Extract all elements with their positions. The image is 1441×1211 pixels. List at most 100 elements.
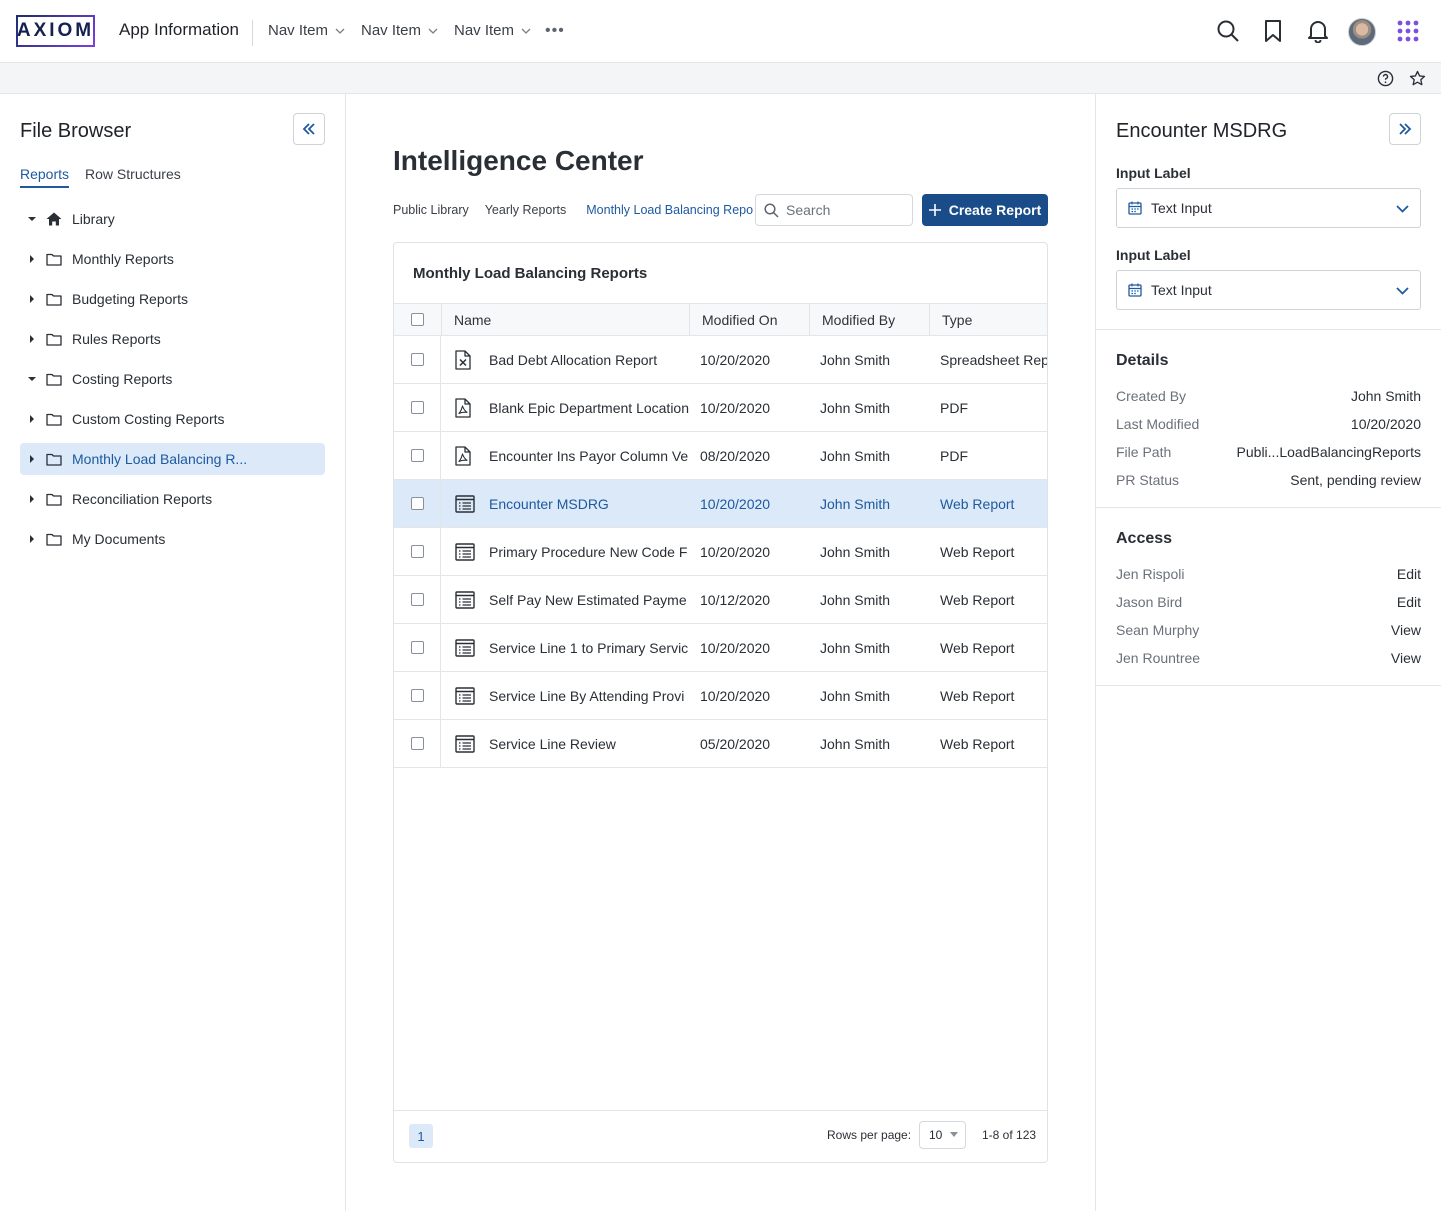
expand-toggle[interactable] <box>20 495 44 503</box>
type-cell: Web Report <box>940 639 1015 656</box>
column-header-type[interactable]: Type <box>929 304 1047 335</box>
nav-item-3[interactable]: Nav Item <box>454 22 531 39</box>
search-input[interactable] <box>786 202 896 218</box>
report-name: Blank Epic Department Location <box>489 399 689 416</box>
page-button[interactable]: 1 <box>409 1124 433 1148</box>
name-cell[interactable]: Primary Procedure New Code F <box>441 528 689 575</box>
table-row[interactable]: Encounter MSDRG 10/20/2020 John Smith Web R… <box>394 480 1047 528</box>
expand-toggle[interactable] <box>20 295 44 303</box>
expand-toggle[interactable] <box>20 376 44 382</box>
name-cell[interactable]: Encounter Ins Payor Column Ve <box>441 432 689 479</box>
avatar[interactable] <box>1348 18 1376 46</box>
create-report-button[interactable]: Create Report <box>922 194 1048 226</box>
table-row[interactable]: Service Line Review 05/20/2020 John Smith W… <box>394 720 1047 768</box>
table-row[interactable]: Primary Procedure New Code F 10/20/2020 Jo… <box>394 528 1047 576</box>
bookmark-icon[interactable] <box>1260 18 1286 44</box>
tree-item-label: Library <box>72 211 115 227</box>
row-checkbox[interactable] <box>410 641 424 654</box>
apps-grid-icon[interactable] <box>1395 18 1421 44</box>
tree-item[interactable]: Library <box>20 203 325 235</box>
name-cell[interactable]: Service Line Review <box>441 720 689 767</box>
breadcrumb-item[interactable]: Yearly Reports <box>485 203 567 217</box>
modified-on-cell: 10/20/2020 <box>700 639 771 656</box>
text-input-dropdown[interactable]: Text Input <box>1116 188 1421 228</box>
calendar-icon <box>1128 201 1142 215</box>
home-icon <box>46 211 64 227</box>
table-row[interactable]: Service Line 1 to Primary Servic 10/20/20… <box>394 624 1047 672</box>
tree-item-label: Custom Costing Reports <box>72 411 225 427</box>
column-header-modified-by[interactable]: Modified By <box>809 304 929 335</box>
column-header-modified-on[interactable]: Modified On <box>689 304 809 335</box>
tree-item-label: My Documents <box>72 531 166 547</box>
report-name: Service Line 1 to Primary Servic <box>489 639 689 656</box>
name-cell[interactable]: Service Line By Attending Provi <box>441 672 689 719</box>
name-cell[interactable]: Blank Epic Department Location <box>441 384 689 431</box>
pagination: 1 Rows per page: 10 1-8 of 123 <box>394 1110 1047 1162</box>
select-all-checkbox[interactable] <box>411 313 424 326</box>
table-row[interactable]: Encounter Ins Payor Column Ve 08/20/2020 J… <box>394 432 1047 480</box>
modified-by-cell: John Smith <box>820 591 891 608</box>
row-checkbox[interactable] <box>410 545 424 558</box>
row-checkbox[interactable] <box>410 593 424 606</box>
tree-item[interactable]: Budgeting Reports <box>20 283 325 315</box>
row-checkbox[interactable] <box>410 689 424 702</box>
row-checkbox[interactable] <box>410 449 424 462</box>
tree-item[interactable]: Costing Reports <box>20 363 325 395</box>
tree-item[interactable]: Custom Costing Reports <box>20 403 325 435</box>
expand-toggle[interactable] <box>20 415 44 423</box>
expand-toggle[interactable] <box>20 335 44 343</box>
panel-divider <box>1096 507 1441 508</box>
expand-toggle[interactable] <box>20 255 44 263</box>
name-cell[interactable]: Self Pay New Estimated Payme <box>441 576 689 623</box>
breadcrumb-current[interactable]: Monthly Load Balancing Reports <box>586 203 753 217</box>
row-checkbox[interactable] <box>410 401 424 414</box>
table-row[interactable]: Bad Debt Allocation Report 10/20/2020 John… <box>394 336 1047 384</box>
tree-item[interactable]: Rules Reports <box>20 323 325 355</box>
double-chevron-right-icon <box>1399 123 1412 135</box>
file-tree: Library Monthly Reports Budgeting Reports R… <box>20 203 325 563</box>
caret-right-icon <box>30 455 34 463</box>
tree-item[interactable]: My Documents <box>20 523 325 555</box>
row-select-cell <box>394 480 441 527</box>
table-row[interactable]: Service Line By Attending Provi 10/20/202… <box>394 672 1047 720</box>
modified-on-cell: 10/20/2020 <box>700 351 771 368</box>
axiom-logo[interactable]: AXIOM <box>16 15 95 47</box>
name-cell[interactable]: Encounter MSDRG <box>441 480 689 527</box>
nav-item-1[interactable]: Nav Item <box>268 22 345 39</box>
table-row[interactable]: Blank Epic Department Location 10/20/2020… <box>394 384 1047 432</box>
text-input-dropdown[interactable]: Text Input <box>1116 270 1421 310</box>
row-checkbox[interactable] <box>410 737 424 750</box>
breadcrumb-item[interactable]: Public Library <box>393 203 469 217</box>
expand-toggle[interactable] <box>20 455 44 463</box>
bell-icon[interactable] <box>1305 18 1331 44</box>
more-nav-button[interactable]: ••• <box>545 22 565 40</box>
row-checkbox[interactable] <box>410 497 424 510</box>
rows-per-page-select[interactable]: 10 <box>919 1121 966 1149</box>
caret-right-icon <box>30 255 34 263</box>
row-checkbox[interactable] <box>410 353 424 366</box>
tree-item[interactable]: Monthly Load Balancing R... <box>20 443 325 475</box>
column-header-name[interactable]: Name <box>441 304 689 335</box>
help-icon[interactable] <box>1377 70 1394 87</box>
collapse-sidebar-button[interactable] <box>293 113 325 145</box>
value-label: John Smith <box>1350 388 1421 404</box>
tab-row-structures[interactable]: Row Structures <box>85 166 181 188</box>
tree-item[interactable]: Monthly Reports <box>20 243 325 275</box>
name-cell[interactable]: Service Line 1 to Primary Servic <box>441 624 689 671</box>
search-icon[interactable] <box>1215 18 1241 44</box>
type-cell: PDF <box>940 447 968 464</box>
tab-reports[interactable]: Reports <box>20 166 70 188</box>
star-icon[interactable] <box>1409 70 1426 87</box>
expand-toggle[interactable] <box>20 216 44 222</box>
expand-toggle[interactable] <box>20 535 44 543</box>
tree-item-label: Monthly Reports <box>72 251 174 267</box>
tree-item[interactable]: Reconciliation Reports <box>20 483 325 515</box>
web-report-icon <box>455 542 475 561</box>
collapse-panel-button[interactable] <box>1389 113 1421 145</box>
key-label: PR Status <box>1116 472 1180 488</box>
table-row[interactable]: Self Pay New Estimated Payme 10/12/2020 Jo… <box>394 576 1047 624</box>
name-cell[interactable]: Bad Debt Allocation Report <box>441 336 689 383</box>
search-field[interactable] <box>755 194 913 226</box>
row-select-cell <box>394 720 441 767</box>
nav-item-2[interactable]: Nav Item <box>361 22 438 39</box>
